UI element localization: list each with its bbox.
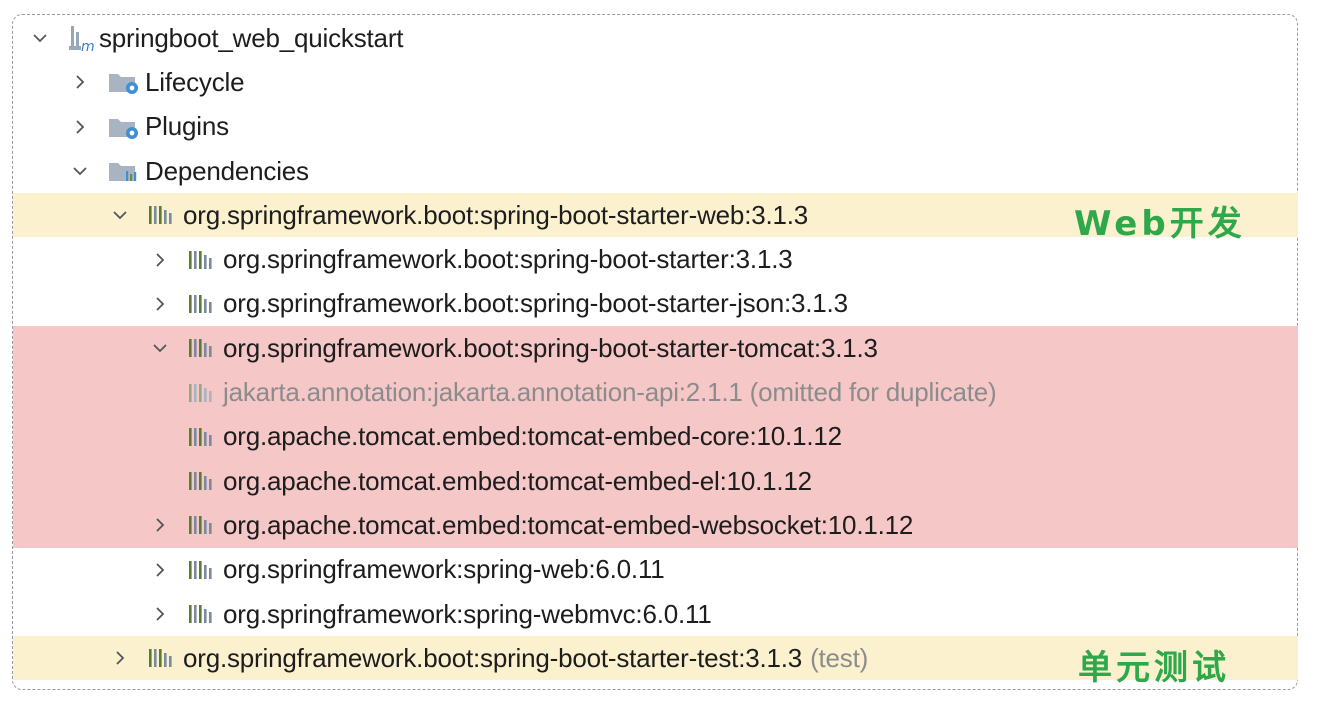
dependency-label: org.springframework:spring-webmvc:6.0.11 bbox=[223, 598, 712, 629]
chevron-right-icon[interactable] bbox=[67, 114, 93, 140]
library-icon bbox=[187, 601, 219, 627]
dependencies-label: Dependencies bbox=[145, 155, 309, 186]
library-icon bbox=[187, 557, 219, 583]
dependency-label: org.apache.tomcat.embed:tomcat-embed-cor… bbox=[223, 421, 842, 452]
dependency-label: jakarta.annotation:jakarta.annotation-ap… bbox=[223, 377, 997, 408]
library-icon bbox=[187, 247, 219, 273]
dependency-label: org.springframework:spring-web:6.0.11 bbox=[223, 554, 665, 585]
library-icon bbox=[187, 424, 219, 450]
scope-suffix: (test) bbox=[810, 642, 869, 673]
chevron-right-icon[interactable] bbox=[67, 69, 93, 95]
chevron-right-icon[interactable] bbox=[147, 247, 173, 273]
dependency-starter-json[interactable]: org.springframework.boot:spring-boot-sta… bbox=[13, 282, 1298, 326]
chevron-down-icon[interactable] bbox=[27, 25, 53, 51]
library-icon bbox=[187, 468, 219, 494]
folder-library-icon bbox=[107, 157, 141, 185]
maven-module-icon: m bbox=[67, 24, 95, 52]
chevron-down-icon[interactable] bbox=[67, 158, 93, 184]
library-icon bbox=[147, 202, 179, 228]
chevron-right-icon[interactable] bbox=[147, 601, 173, 627]
library-icon bbox=[187, 291, 219, 317]
library-icon bbox=[187, 380, 219, 406]
dependency-tomcat-embed-websocket[interactable]: org.apache.tomcat.embed:tomcat-embed-web… bbox=[13, 503, 1298, 548]
dependency-jakarta-annotation[interactable]: jakarta.annotation:jakarta.annotation-ap… bbox=[13, 370, 1298, 415]
dependency-label: org.springframework.boot:spring-boot-sta… bbox=[183, 642, 803, 673]
chevron-right-icon[interactable] bbox=[147, 512, 173, 538]
dependency-label: org.springframework.boot:spring-boot-sta… bbox=[183, 199, 809, 230]
tree-node-root[interactable]: m springboot_web_quickstart bbox=[13, 16, 1298, 60]
chevron-right-icon[interactable] bbox=[147, 291, 173, 317]
dependency-tomcat-embed-core[interactable]: org.apache.tomcat.embed:tomcat-embed-cor… bbox=[13, 414, 1298, 459]
tree-node-dependencies[interactable]: Dependencies bbox=[13, 149, 1298, 193]
folder-gear-icon bbox=[107, 68, 141, 96]
maven-dependency-tree: m springboot_web_quickstart Lifecycle Pl… bbox=[13, 16, 1298, 681]
root-label: springboot_web_quickstart bbox=[99, 22, 404, 53]
tree-node-lifecycle[interactable]: Lifecycle bbox=[13, 60, 1298, 104]
annotation-test: 单元测试 bbox=[1078, 648, 1230, 688]
dependency-label: org.springframework.boot:spring-boot-sta… bbox=[223, 288, 848, 319]
chevron-down-icon[interactable] bbox=[147, 335, 173, 361]
chevron-right-icon[interactable] bbox=[147, 557, 173, 583]
library-icon bbox=[187, 335, 219, 361]
dependency-label: org.springframework.boot:spring-boot-sta… bbox=[223, 244, 793, 275]
dependency-starter-tomcat[interactable]: org.springframework.boot:spring-boot-sta… bbox=[13, 326, 1298, 371]
chevron-down-icon[interactable] bbox=[107, 202, 133, 228]
dependency-spring-web[interactable]: org.springframework:spring-web:6.0.11 bbox=[13, 548, 1298, 592]
tree-node-plugins[interactable]: Plugins bbox=[13, 105, 1298, 149]
folder-gear-icon bbox=[107, 113, 141, 141]
library-icon bbox=[147, 645, 179, 671]
annotation-web: Web开发 bbox=[1074, 204, 1246, 244]
chevron-right-icon[interactable] bbox=[107, 645, 133, 671]
lifecycle-label: Lifecycle bbox=[145, 66, 245, 97]
plugins-label: Plugins bbox=[145, 111, 229, 142]
dependency-spring-webmvc[interactable]: org.springframework:spring-webmvc:6.0.11 bbox=[13, 592, 1298, 636]
dependency-label: org.apache.tomcat.embed:tomcat-embed-web… bbox=[223, 509, 914, 540]
dependency-label: org.apache.tomcat.embed:tomcat-embed-el:… bbox=[223, 465, 812, 496]
svg-text:m: m bbox=[81, 39, 94, 52]
library-icon bbox=[187, 512, 219, 538]
dependency-tomcat-embed-el[interactable]: org.apache.tomcat.embed:tomcat-embed-el:… bbox=[13, 458, 1298, 504]
dependency-label: org.springframework.boot:spring-boot-sta… bbox=[223, 332, 878, 363]
